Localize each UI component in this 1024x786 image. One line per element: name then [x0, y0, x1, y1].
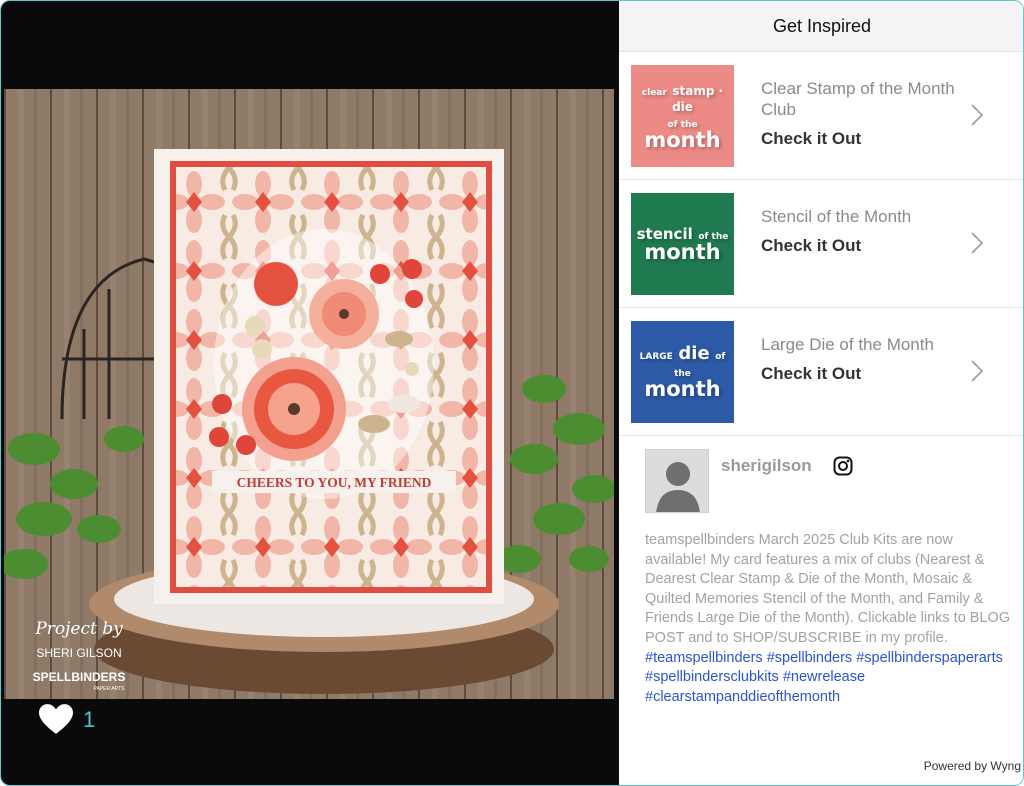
promo-thumbnail: stencil of the month [631, 193, 734, 295]
promo-large-die[interactable]: LARGE die of the month Large Die of the … [619, 308, 1023, 436]
credit-script: Project by [34, 619, 123, 639]
chevron-right-icon[interactable] [971, 232, 983, 254]
widget-frame: CHEERS TO YOU, MY FRIEND Project by SHER… [0, 0, 1024, 786]
like-row: 1 [39, 703, 95, 737]
card-photo-illustration: CHEERS TO YOU, MY FRIEND Project by SHER… [4, 89, 614, 699]
hashtags: #teamspellbinders #spellbinders #spellbi… [645, 649, 1017, 708]
promo-title: Clear Stamp of the Month Club [761, 79, 955, 119]
chevron-right-icon[interactable] [971, 104, 983, 126]
hashtag-link[interactable]: #teamspellbinders [645, 650, 763, 666]
like-count: 1 [83, 707, 96, 732]
credit-name: SHERI GILSON [36, 646, 121, 660]
promo-cta[interactable]: Check it Out [761, 129, 961, 149]
avatar[interactable] [645, 449, 709, 513]
hashtag-link[interactable]: #spellbinders [767, 650, 852, 666]
hashtag-link[interactable]: #clearstampanddieofthemonth [645, 689, 840, 705]
post-photo[interactable]: CHEERS TO YOU, MY FRIEND Project by SHER… [4, 89, 614, 699]
heart-icon[interactable] [39, 704, 73, 736]
caption-text: teamspellbinders March 2025 Club Kits ar… [645, 532, 1011, 646]
promo-title: Large Die of the Month [761, 335, 934, 354]
instagram-icon[interactable] [833, 456, 853, 476]
card-sentiment: CHEERS TO YOU, MY FRIEND [237, 475, 432, 490]
credit-sub: PAPER ARTS [94, 686, 126, 692]
post-caption: teamspellbinders March 2025 Club Kits ar… [645, 531, 1017, 707]
promo-thumbnail: clear stamp · die of the month [631, 65, 734, 167]
promo-stencil[interactable]: stencil of the month Stencil of the Mont… [619, 180, 1023, 308]
promo-cta[interactable]: Check it Out [761, 236, 961, 256]
credit-brand: SPELLBINDERS [33, 670, 126, 684]
promo-thumbnail: LARGE die of the month [631, 321, 734, 423]
hashtag-link[interactable]: #spellbinderspaperarts [856, 650, 1003, 666]
hashtag-link[interactable]: #spellbindersclubkits [645, 669, 779, 685]
user-placeholder-icon [646, 450, 708, 512]
promo-clear-stamp[interactable]: clear stamp · die of the month Clear Sta… [619, 52, 1023, 180]
chevron-right-icon[interactable] [971, 360, 983, 382]
hashtag-link[interactable]: #newrelease [783, 669, 865, 685]
media-viewer: CHEERS TO YOU, MY FRIEND Project by SHER… [1, 1, 619, 785]
panel-title: Get Inspired [619, 1, 1023, 52]
promo-cta[interactable]: Check it Out [761, 364, 961, 384]
side-panel: Get Inspired clear stamp · die of the mo… [619, 1, 1023, 785]
promo-title: Stencil of the Month [761, 207, 912, 226]
powered-by[interactable]: Powered by Wyng [924, 759, 1021, 773]
username[interactable]: sherigilson [721, 456, 812, 476]
